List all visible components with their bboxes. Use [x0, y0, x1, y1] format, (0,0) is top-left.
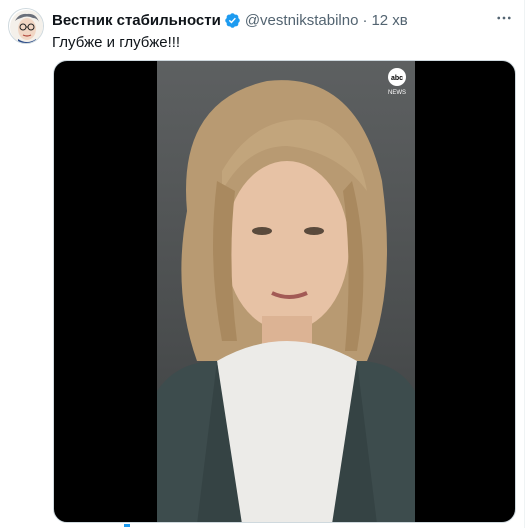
abc-news-logo: abc NEWS	[385, 67, 409, 97]
svg-text:abc: abc	[391, 75, 403, 82]
more-options-icon[interactable]	[494, 8, 514, 28]
author-handle[interactable]: @vestnikstabilno	[245, 12, 359, 29]
avatar-illustration-icon	[10, 10, 43, 43]
video-frame[interactable]: abc NEWS	[157, 61, 415, 522]
author-name[interactable]: Вестник стабильности	[52, 12, 221, 29]
verified-badge-icon	[224, 12, 241, 29]
tweet-text: Глубже и глубже!!!	[52, 34, 181, 51]
avatar[interactable]	[8, 8, 44, 44]
tweet-timestamp[interactable]: 12 хв	[371, 12, 407, 29]
tweet[interactable]: Вестник стабильности @vestnikstabilno · …	[0, 0, 525, 528]
svg-text:NEWS: NEWS	[388, 90, 406, 96]
separator-dot: ·	[362, 11, 368, 29]
video-player[interactable]: abc NEWS	[53, 60, 516, 523]
video-still-person	[157, 80, 415, 522]
tweet-header: Вестник стабильности @vestnikstabilno · …	[52, 9, 408, 31]
reply-icon[interactable]	[120, 522, 150, 528]
